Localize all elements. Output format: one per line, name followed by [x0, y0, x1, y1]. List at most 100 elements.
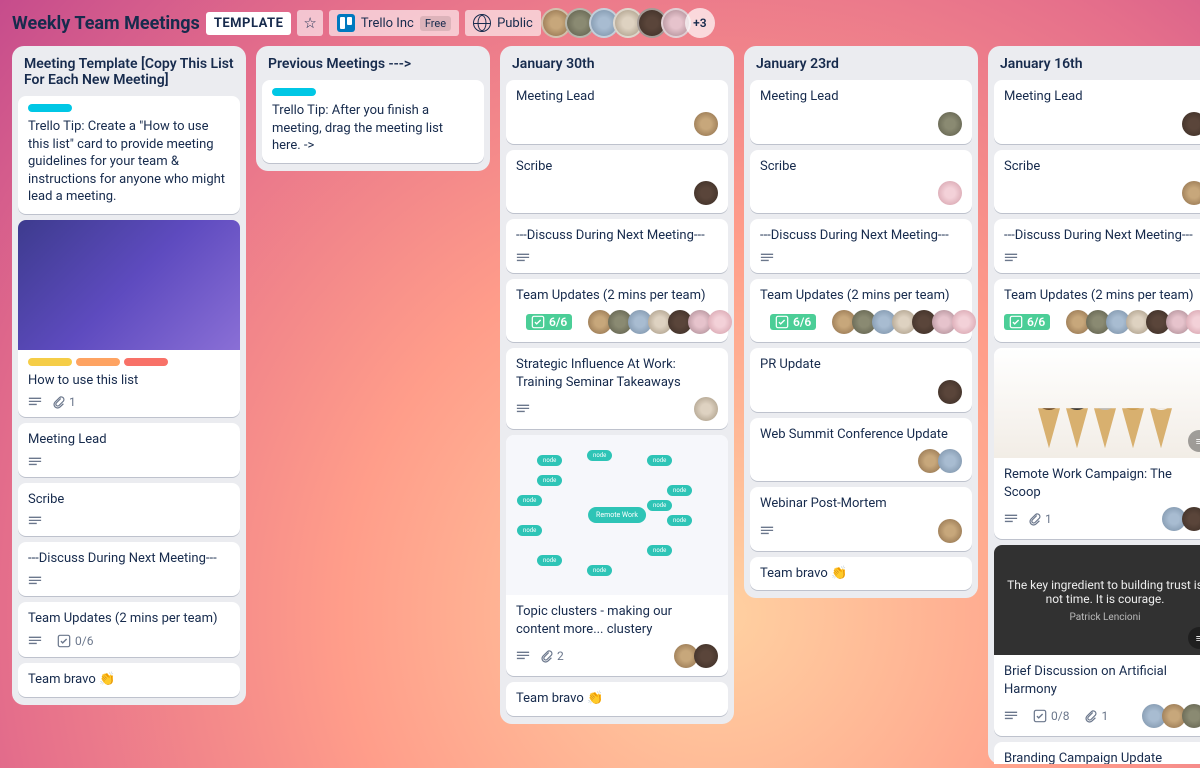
board-title[interactable]: Weekly Team Meetings: [12, 13, 200, 34]
card[interactable]: ---Discuss During Next Meeting---: [506, 219, 728, 273]
card[interactable]: Team Updates (2 mins per team) 6/6: [750, 279, 972, 343]
card-labels[interactable]: [28, 104, 230, 112]
card-members[interactable]: [1070, 310, 1200, 334]
card-badges: 1: [28, 395, 230, 409]
card[interactable]: Team bravo 👏: [750, 557, 972, 591]
template-chip[interactable]: TEMPLATE: [206, 12, 292, 35]
card-members[interactable]: [836, 310, 976, 334]
list-title[interactable]: January 30th: [500, 46, 734, 78]
avatar[interactable]: [694, 644, 718, 668]
card-members[interactable]: [698, 397, 718, 421]
avatar[interactable]: [1182, 181, 1200, 205]
avatar[interactable]: [708, 310, 732, 334]
card-labels[interactable]: [272, 88, 474, 96]
avatar[interactable]: [938, 181, 962, 205]
avatar[interactable]: [1182, 507, 1200, 531]
card[interactable]: Trello Tip: Create a "How to use this li…: [18, 96, 240, 214]
card[interactable]: The key ingredient to building trust is …: [994, 545, 1200, 736]
card-members[interactable]: [922, 449, 962, 473]
card[interactable]: Web Summit Conference Update: [750, 418, 972, 482]
card-members[interactable]: [1166, 507, 1200, 531]
card-members[interactable]: [1186, 112, 1200, 136]
cover-source-icon: ≡: [1188, 430, 1200, 452]
card-members[interactable]: [1186, 181, 1200, 205]
card[interactable]: Meeting Lead: [750, 80, 972, 144]
card[interactable]: Team bravo 👏: [506, 682, 728, 716]
avatar[interactable]: [938, 380, 962, 404]
card-title: Scribe: [760, 158, 962, 176]
visibility-chip[interactable]: Public: [465, 10, 541, 36]
card[interactable]: Branding Campaign Update: [994, 742, 1200, 764]
list-title[interactable]: January 16th: [988, 46, 1200, 78]
card[interactable]: Scribe: [994, 150, 1200, 214]
card[interactable]: ---Discuss During Next Meeting---: [18, 542, 240, 596]
card[interactable]: Team Updates (2 mins per team) 0/6: [18, 602, 240, 658]
card[interactable]: Scribe: [18, 483, 240, 537]
card[interactable]: Trello Tip: After you finish a meeting, …: [262, 80, 484, 163]
avatar[interactable]: [952, 310, 976, 334]
list-title[interactable]: January 23rd: [744, 46, 978, 78]
card-badges: [516, 181, 718, 205]
description-icon: [1004, 512, 1018, 526]
star-button[interactable]: ☆: [297, 10, 322, 36]
card-members[interactable]: [698, 112, 718, 136]
avatar[interactable]: [1186, 310, 1200, 334]
card-members[interactable]: [942, 112, 962, 136]
card[interactable]: Team bravo 👏: [18, 663, 240, 697]
list-cards: Trello Tip: After you finish a meeting, …: [256, 78, 490, 171]
avatar[interactable]: [938, 112, 962, 136]
board-canvas[interactable]: Meeting Template [Copy This List For Eac…: [0, 46, 1200, 768]
avatar[interactable]: [694, 181, 718, 205]
card[interactable]: Team Updates (2 mins per team) 6/6: [994, 279, 1200, 343]
card[interactable]: Scribe: [750, 150, 972, 214]
card[interactable]: Strategic Influence At Work: Training Se…: [506, 348, 728, 429]
card[interactable]: ---Discuss During Next Meeting---: [994, 219, 1200, 273]
card-members[interactable]: [1146, 704, 1200, 728]
card[interactable]: PR Update: [750, 348, 972, 412]
board-members[interactable]: +3: [547, 8, 715, 38]
list[interactable]: January 30th Meeting Lead Scribe---Discuss…: [500, 46, 734, 724]
label-yellow[interactable]: [28, 358, 72, 366]
avatar[interactable]: [694, 112, 718, 136]
card-members[interactable]: [942, 519, 962, 543]
card[interactable]: Team Updates (2 mins per team) 6/6: [506, 279, 728, 343]
card[interactable]: Webinar Post-Mortem: [750, 487, 972, 551]
card-members[interactable]: [942, 380, 962, 404]
list[interactable]: Previous Meetings --->Trello Tip: After …: [256, 46, 490, 171]
card[interactable]: ---Discuss During Next Meeting---: [750, 219, 972, 273]
label-cyan[interactable]: [272, 88, 316, 96]
avatar[interactable]: [938, 449, 962, 473]
more-members-button[interactable]: +3: [685, 8, 715, 38]
avatar[interactable]: [938, 519, 962, 543]
card-members[interactable]: [942, 181, 962, 205]
card[interactable]: Meeting Lead: [994, 80, 1200, 144]
list-title[interactable]: Meeting Template [Copy This List For Eac…: [12, 46, 246, 94]
checklist-badge: 0/8: [1028, 708, 1074, 724]
card[interactable]: ≡Remote Work Campaign: The Scoop 1: [994, 348, 1200, 539]
checklist-badge: 6/6: [1004, 314, 1050, 330]
card-members[interactable]: [678, 644, 718, 668]
avatar[interactable]: [1182, 704, 1200, 728]
card[interactable]: Scribe: [506, 150, 728, 214]
label-cyan[interactable]: [28, 104, 72, 112]
card-title: Meeting Lead: [516, 88, 718, 106]
workspace-chip[interactable]: Trello Inc Free: [329, 10, 459, 36]
avatar[interactable]: [694, 397, 718, 421]
card[interactable]: Meeting Lead: [18, 423, 240, 477]
attachment-icon: [540, 649, 554, 663]
list[interactable]: Meeting Template [Copy This List For Eac…: [12, 46, 246, 705]
card-labels[interactable]: [28, 358, 230, 366]
card[interactable]: Remote Worknodenodenodenodenodenodenoden…: [506, 435, 728, 676]
avatar[interactable]: [1182, 112, 1200, 136]
list[interactable]: January 23rdMeeting Lead Scribe ---Discuss…: [744, 46, 978, 598]
card-members[interactable]: [592, 310, 732, 334]
list-title[interactable]: Previous Meetings --->: [256, 46, 490, 78]
label-orange[interactable]: [76, 358, 120, 366]
label-red[interactable]: [124, 358, 168, 366]
card[interactable]: How to use this list 1: [18, 220, 240, 418]
card[interactable]: Meeting Lead: [506, 80, 728, 144]
card-badges: 0/8 1: [1004, 704, 1200, 728]
attachment-icon: [1028, 512, 1042, 526]
card-members[interactable]: [698, 181, 718, 205]
list[interactable]: January 16thMeeting LeadScribe---Discuss…: [988, 46, 1200, 764]
